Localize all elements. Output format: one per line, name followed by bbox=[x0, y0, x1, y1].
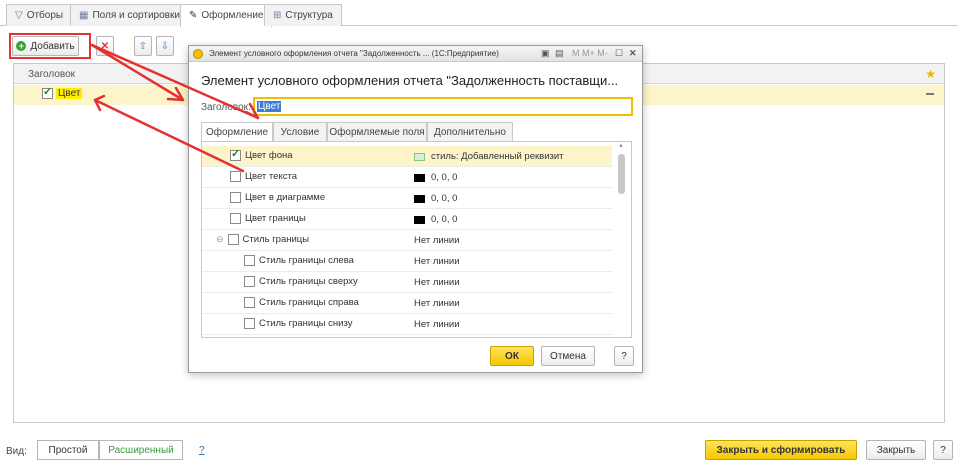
star-icon[interactable]: ★ bbox=[925, 67, 936, 81]
tab-condition[interactable]: Условие bbox=[273, 122, 327, 141]
tab-appearance[interactable]: Оформление bbox=[201, 122, 273, 142]
list-item[interactable]: Цвет текста 0, 0, 0 bbox=[202, 167, 612, 188]
view-advanced-button[interactable]: Расширенный bbox=[99, 440, 183, 460]
tab-filters[interactable]: ▽ Отборы bbox=[6, 4, 73, 26]
tab-additional[interactable]: Дополнительно bbox=[427, 122, 513, 141]
color-swatch bbox=[414, 194, 425, 203]
list-item[interactable]: ⊖ Стиль границы Нет линии bbox=[202, 230, 612, 251]
minus-icon[interactable] bbox=[926, 93, 934, 95]
tab-formatted-fields[interactable]: Оформляемые поля bbox=[327, 122, 427, 141]
structure-icon: ⊞ bbox=[273, 9, 282, 21]
list-item[interactable]: Цвет фона стиль: Добавленный реквизит bbox=[202, 146, 612, 167]
help-button[interactable]: ? bbox=[933, 440, 953, 460]
tab-bar: ▽ Отборы ▦ Поля и сортировки ✎ Оформлени… bbox=[0, 0, 958, 27]
grid-icon: ▦ bbox=[79, 9, 89, 21]
move-up-button[interactable]: ⇧ bbox=[134, 36, 152, 56]
conditional-appearance-dialog: Элемент условного оформления отчета "Зад… bbox=[188, 45, 643, 373]
tab-fields-sorting[interactable]: ▦ Поля и сортировки bbox=[70, 4, 189, 26]
view-simple-button[interactable]: Простой bbox=[37, 440, 99, 460]
column-header-title: Заголовок bbox=[28, 69, 76, 80]
list-item[interactable]: Цвет границы 0, 0, 0 bbox=[202, 209, 612, 230]
appearance-properties-list: Цвет фона стиль: Добавленный реквизит Цв… bbox=[201, 141, 632, 338]
window-title: Элемент условного оформления отчета "Зад… bbox=[209, 49, 499, 58]
move-down-button[interactable]: ⇩ bbox=[156, 36, 174, 56]
list-item[interactable]: Стиль границы слева Нет линии bbox=[202, 251, 612, 272]
dialog-title-bar: Элемент условного оформления отчета "Зад… bbox=[189, 46, 642, 62]
list-item[interactable]: Цвет в диаграмме 0, 0, 0 bbox=[202, 188, 612, 209]
caption-label: Заголовок: bbox=[201, 102, 251, 113]
close-icon[interactable]: ✕ bbox=[629, 48, 637, 59]
row-label: Цвет bbox=[56, 88, 83, 99]
row-checkbox[interactable] bbox=[244, 318, 255, 329]
ok-button[interactable]: ОК bbox=[490, 346, 534, 366]
delete-button[interactable]: ✕ bbox=[96, 36, 114, 56]
arrow-down-icon: ⇩ bbox=[160, 40, 170, 52]
dialog-heading: Элемент условного оформления отчета "Зад… bbox=[201, 73, 619, 88]
scrollbar[interactable]: ▲ bbox=[616, 142, 628, 337]
help-link[interactable]: ? bbox=[199, 445, 205, 456]
tab-appearance[interactable]: ✎ Оформление bbox=[180, 4, 273, 27]
row-checkbox[interactable] bbox=[244, 297, 255, 308]
row-checkbox[interactable] bbox=[244, 255, 255, 266]
row-checkbox[interactable] bbox=[230, 192, 241, 203]
close-button[interactable]: Закрыть bbox=[866, 440, 926, 460]
row-checkbox[interactable] bbox=[42, 85, 53, 99]
delete-icon: ✕ bbox=[100, 40, 110, 52]
calendar-icon[interactable]: ▤ bbox=[555, 48, 564, 59]
list-item[interactable]: Стиль границы сверху Нет линии bbox=[202, 272, 612, 293]
caption-value: Цвет bbox=[257, 101, 282, 112]
row-checkbox[interactable] bbox=[227, 234, 239, 245]
row-checkbox[interactable] bbox=[230, 147, 241, 161]
row-checkbox[interactable] bbox=[230, 213, 241, 224]
arrow-up-icon: ⇧ bbox=[138, 40, 148, 52]
cancel-button[interactable]: Отмена bbox=[541, 346, 595, 366]
color-swatch bbox=[414, 215, 425, 224]
memory-icon: M M+ M- bbox=[572, 48, 608, 58]
row-checkbox[interactable] bbox=[230, 171, 241, 182]
list-item[interactable]: Стиль границы снизу Нет линии bbox=[202, 314, 612, 335]
color-swatch bbox=[414, 152, 425, 161]
caption-input[interactable]: Цвет bbox=[253, 97, 633, 116]
view-label: Вид: bbox=[6, 446, 27, 457]
scroll-up-icon[interactable]: ▲ bbox=[618, 143, 624, 149]
collapse-icon[interactable]: ⊖ bbox=[216, 234, 224, 245]
color-swatch bbox=[414, 173, 425, 182]
maximize-icon[interactable]: ☐ bbox=[615, 48, 623, 59]
close-and-build-button[interactable]: Закрыть и сформировать bbox=[705, 440, 857, 460]
dialog-help-button[interactable]: ? bbox=[614, 346, 634, 366]
tab-structure[interactable]: ⊞ Структура bbox=[264, 4, 342, 26]
filter-icon: ▽ bbox=[15, 9, 23, 21]
app-logo-icon bbox=[193, 49, 203, 59]
save-icon[interactable]: ▣ bbox=[541, 48, 550, 59]
list-item[interactable]: Стиль границы справа Нет линии bbox=[202, 293, 612, 314]
brush-icon: ✎ bbox=[189, 10, 198, 21]
annotation-box bbox=[9, 33, 91, 59]
row-checkbox[interactable] bbox=[244, 276, 255, 287]
scroll-thumb[interactable] bbox=[618, 154, 625, 194]
